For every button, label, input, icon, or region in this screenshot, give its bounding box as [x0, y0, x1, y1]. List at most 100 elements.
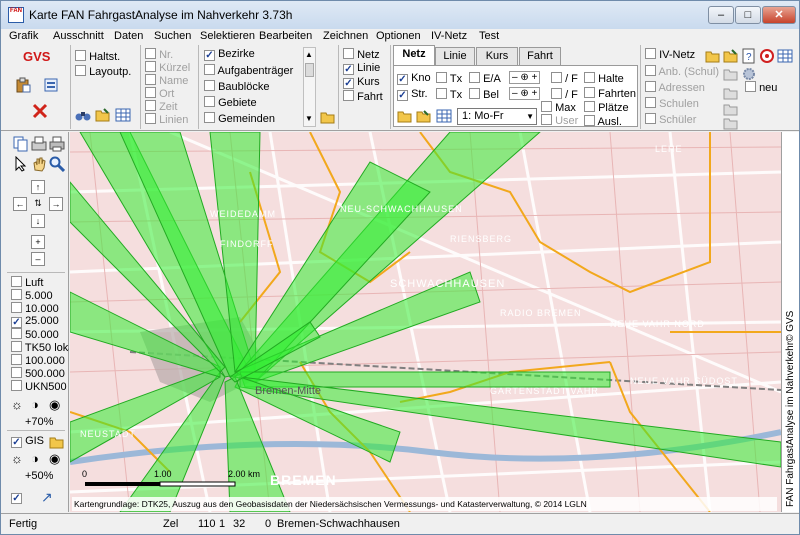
- table-icon[interactable]: [115, 107, 131, 123]
- check-nr[interactable]: Nr.: [145, 48, 173, 61]
- check-kuerzel[interactable]: Kürzel: [145, 61, 190, 74]
- contrast-half-icon[interactable]: ◑: [31, 451, 39, 466]
- check-zeit[interactable]: Zeit: [145, 100, 177, 113]
- printer-icon[interactable]: [49, 136, 65, 152]
- tab-fahrt[interactable]: Fahrt: [519, 47, 561, 65]
- folder-gear-icon[interactable]: [723, 66, 739, 82]
- layer-25000[interactable]: ✓ 25.000: [11, 315, 59, 328]
- check-str[interactable]: ✓ Str.: [397, 88, 428, 101]
- pan-down-button[interactable]: ↓: [31, 214, 45, 228]
- check-tx-2[interactable]: Tx: [436, 88, 462, 101]
- check-schueler[interactable]: Schüler: [645, 113, 696, 126]
- check-tx-1[interactable]: Tx: [436, 72, 462, 85]
- check-ort[interactable]: Ort: [145, 87, 174, 100]
- check-bezirke[interactable]: ✓ Bezirke: [204, 48, 255, 61]
- open-folder-icon[interactable]: [397, 108, 413, 124]
- check-gemeinden[interactable]: Gemeinden: [204, 112, 275, 125]
- check-anb-schul[interactable]: Anb. (Schul): [645, 65, 719, 78]
- tab-kurs[interactable]: Kurs: [476, 47, 518, 65]
- refresh-icon[interactable]: ⇅: [31, 197, 45, 211]
- check-user[interactable]: User: [541, 114, 578, 127]
- check-iv-netz[interactable]: IV-Netz: [645, 48, 695, 61]
- target-icon[interactable]: [759, 48, 775, 64]
- menu-ausschnitt[interactable]: Ausschnitt: [53, 30, 104, 42]
- gear-icon[interactable]: [741, 66, 757, 82]
- menu-suchen[interactable]: Suchen: [154, 30, 191, 42]
- layer-500000[interactable]: 500.000: [11, 367, 65, 380]
- check-ea[interactable]: E/A: [469, 72, 501, 85]
- table-icon[interactable]: [436, 108, 452, 124]
- check-schulen[interactable]: Schulen: [645, 97, 699, 110]
- delete-x-icon[interactable]: [32, 103, 48, 119]
- check-netz[interactable]: Netz: [343, 48, 380, 61]
- maximize-button[interactable]: □: [735, 6, 761, 24]
- menu-bearbeiten[interactable]: Bearbeiten: [259, 30, 312, 42]
- layer-tk50[interactable]: TK50 loka: [11, 341, 69, 354]
- tab-netz[interactable]: Netz: [393, 45, 435, 65]
- folder-disabled-icon[interactable]: [723, 115, 739, 131]
- check-gebiete[interactable]: Gebiete: [204, 96, 257, 109]
- check-halte[interactable]: Halte: [584, 72, 624, 85]
- contrast-full-icon[interactable]: ◉: [49, 397, 60, 413]
- ea-stepper[interactable]: – ⊕ +: [509, 71, 541, 84]
- menu-optionen[interactable]: Optionen: [376, 30, 421, 42]
- expand-arrow-icon[interactable]: ↗: [41, 489, 53, 506]
- check-f-2[interactable]: / F: [551, 88, 578, 101]
- menu-selektieren[interactable]: Selektieren: [200, 30, 255, 42]
- folder-settings-icon[interactable]: [320, 109, 336, 125]
- scroll-thumb[interactable]: [305, 63, 314, 77]
- check-name[interactable]: Name: [145, 74, 188, 87]
- check-adressen[interactable]: Adressen: [645, 81, 705, 94]
- pan-up-button[interactable]: ↑: [31, 180, 45, 194]
- check-layoutp[interactable]: Layoutp.: [75, 65, 131, 78]
- layer-ukn500[interactable]: UKN500 lo: [11, 380, 69, 393]
- pan-left-button[interactable]: ←: [13, 197, 27, 211]
- export-icon[interactable]: [44, 77, 60, 93]
- fax-icon[interactable]: [31, 136, 47, 152]
- zoom-magnifier-icon[interactable]: [49, 156, 65, 172]
- brightness-sun-icon[interactable]: ☼: [11, 451, 23, 466]
- menu-grafik[interactable]: Grafik: [9, 30, 38, 42]
- check-f-1[interactable]: / F: [551, 72, 578, 85]
- layer-50000[interactable]: 50.000: [11, 328, 59, 341]
- gis-folder-icon[interactable]: [49, 434, 65, 450]
- clipboard-icon[interactable]: [15, 77, 31, 93]
- scroll-up-icon[interactable]: ▲: [305, 50, 313, 59]
- contrast-full-icon[interactable]: ◉: [49, 451, 60, 467]
- check-linie[interactable]: ✓ Linie: [343, 62, 380, 75]
- zoom-out-button[interactable]: –: [31, 252, 45, 266]
- check-bel[interactable]: Bel: [469, 88, 499, 101]
- layer-10000[interactable]: 10.000: [11, 302, 59, 315]
- open-folder-icon[interactable]: [95, 107, 111, 123]
- check-linien[interactable]: Linien: [145, 113, 188, 126]
- check-haltst[interactable]: Haltst.: [75, 50, 120, 63]
- contrast-half-icon[interactable]: ◑: [31, 397, 39, 412]
- check-kurs[interactable]: ✓ Kurs: [343, 76, 380, 89]
- minimize-button[interactable]: –: [708, 6, 734, 24]
- map-canvas[interactable]: LEHE NEU-SCHWACHHAUSEN SCHWACHHAUSEN RIE…: [70, 132, 781, 512]
- check-ausl[interactable]: Ausl.: [584, 115, 622, 128]
- tab-linie[interactable]: Linie: [435, 47, 475, 65]
- menu-zeichnen[interactable]: Zeichnen: [323, 30, 368, 42]
- zoom-in-button[interactable]: +: [31, 235, 45, 249]
- layer-luft[interactable]: Luft: [11, 276, 43, 289]
- table-icon[interactable]: [777, 48, 793, 64]
- pan-hand-icon[interactable]: [31, 156, 47, 172]
- folder-save-icon[interactable]: [723, 48, 739, 64]
- menu-daten[interactable]: Daten: [114, 30, 143, 42]
- area-scrollbar[interactable]: ▲ ▼: [303, 47, 316, 127]
- check-aufgabentraeger[interactable]: Aufgabenträger: [204, 64, 293, 77]
- close-window-button[interactable]: ✕: [762, 6, 796, 24]
- layer-5000[interactable]: 5.000: [11, 289, 53, 302]
- help-document-icon[interactable]: ?: [741, 48, 757, 64]
- check-bottom[interactable]: ✓: [11, 491, 22, 504]
- check-gis[interactable]: ✓ GIS: [11, 435, 44, 448]
- menu-iv-netz[interactable]: IV-Netz: [431, 30, 467, 42]
- binoculars-icon[interactable]: [75, 107, 91, 123]
- check-neu[interactable]: neu: [745, 81, 777, 94]
- check-fahrten[interactable]: Fahrten: [584, 87, 636, 100]
- menu-test[interactable]: Test: [479, 30, 499, 42]
- check-max[interactable]: Max: [541, 101, 576, 114]
- scroll-down-icon[interactable]: ▼: [305, 114, 313, 123]
- pan-right-button[interactable]: →: [49, 197, 63, 211]
